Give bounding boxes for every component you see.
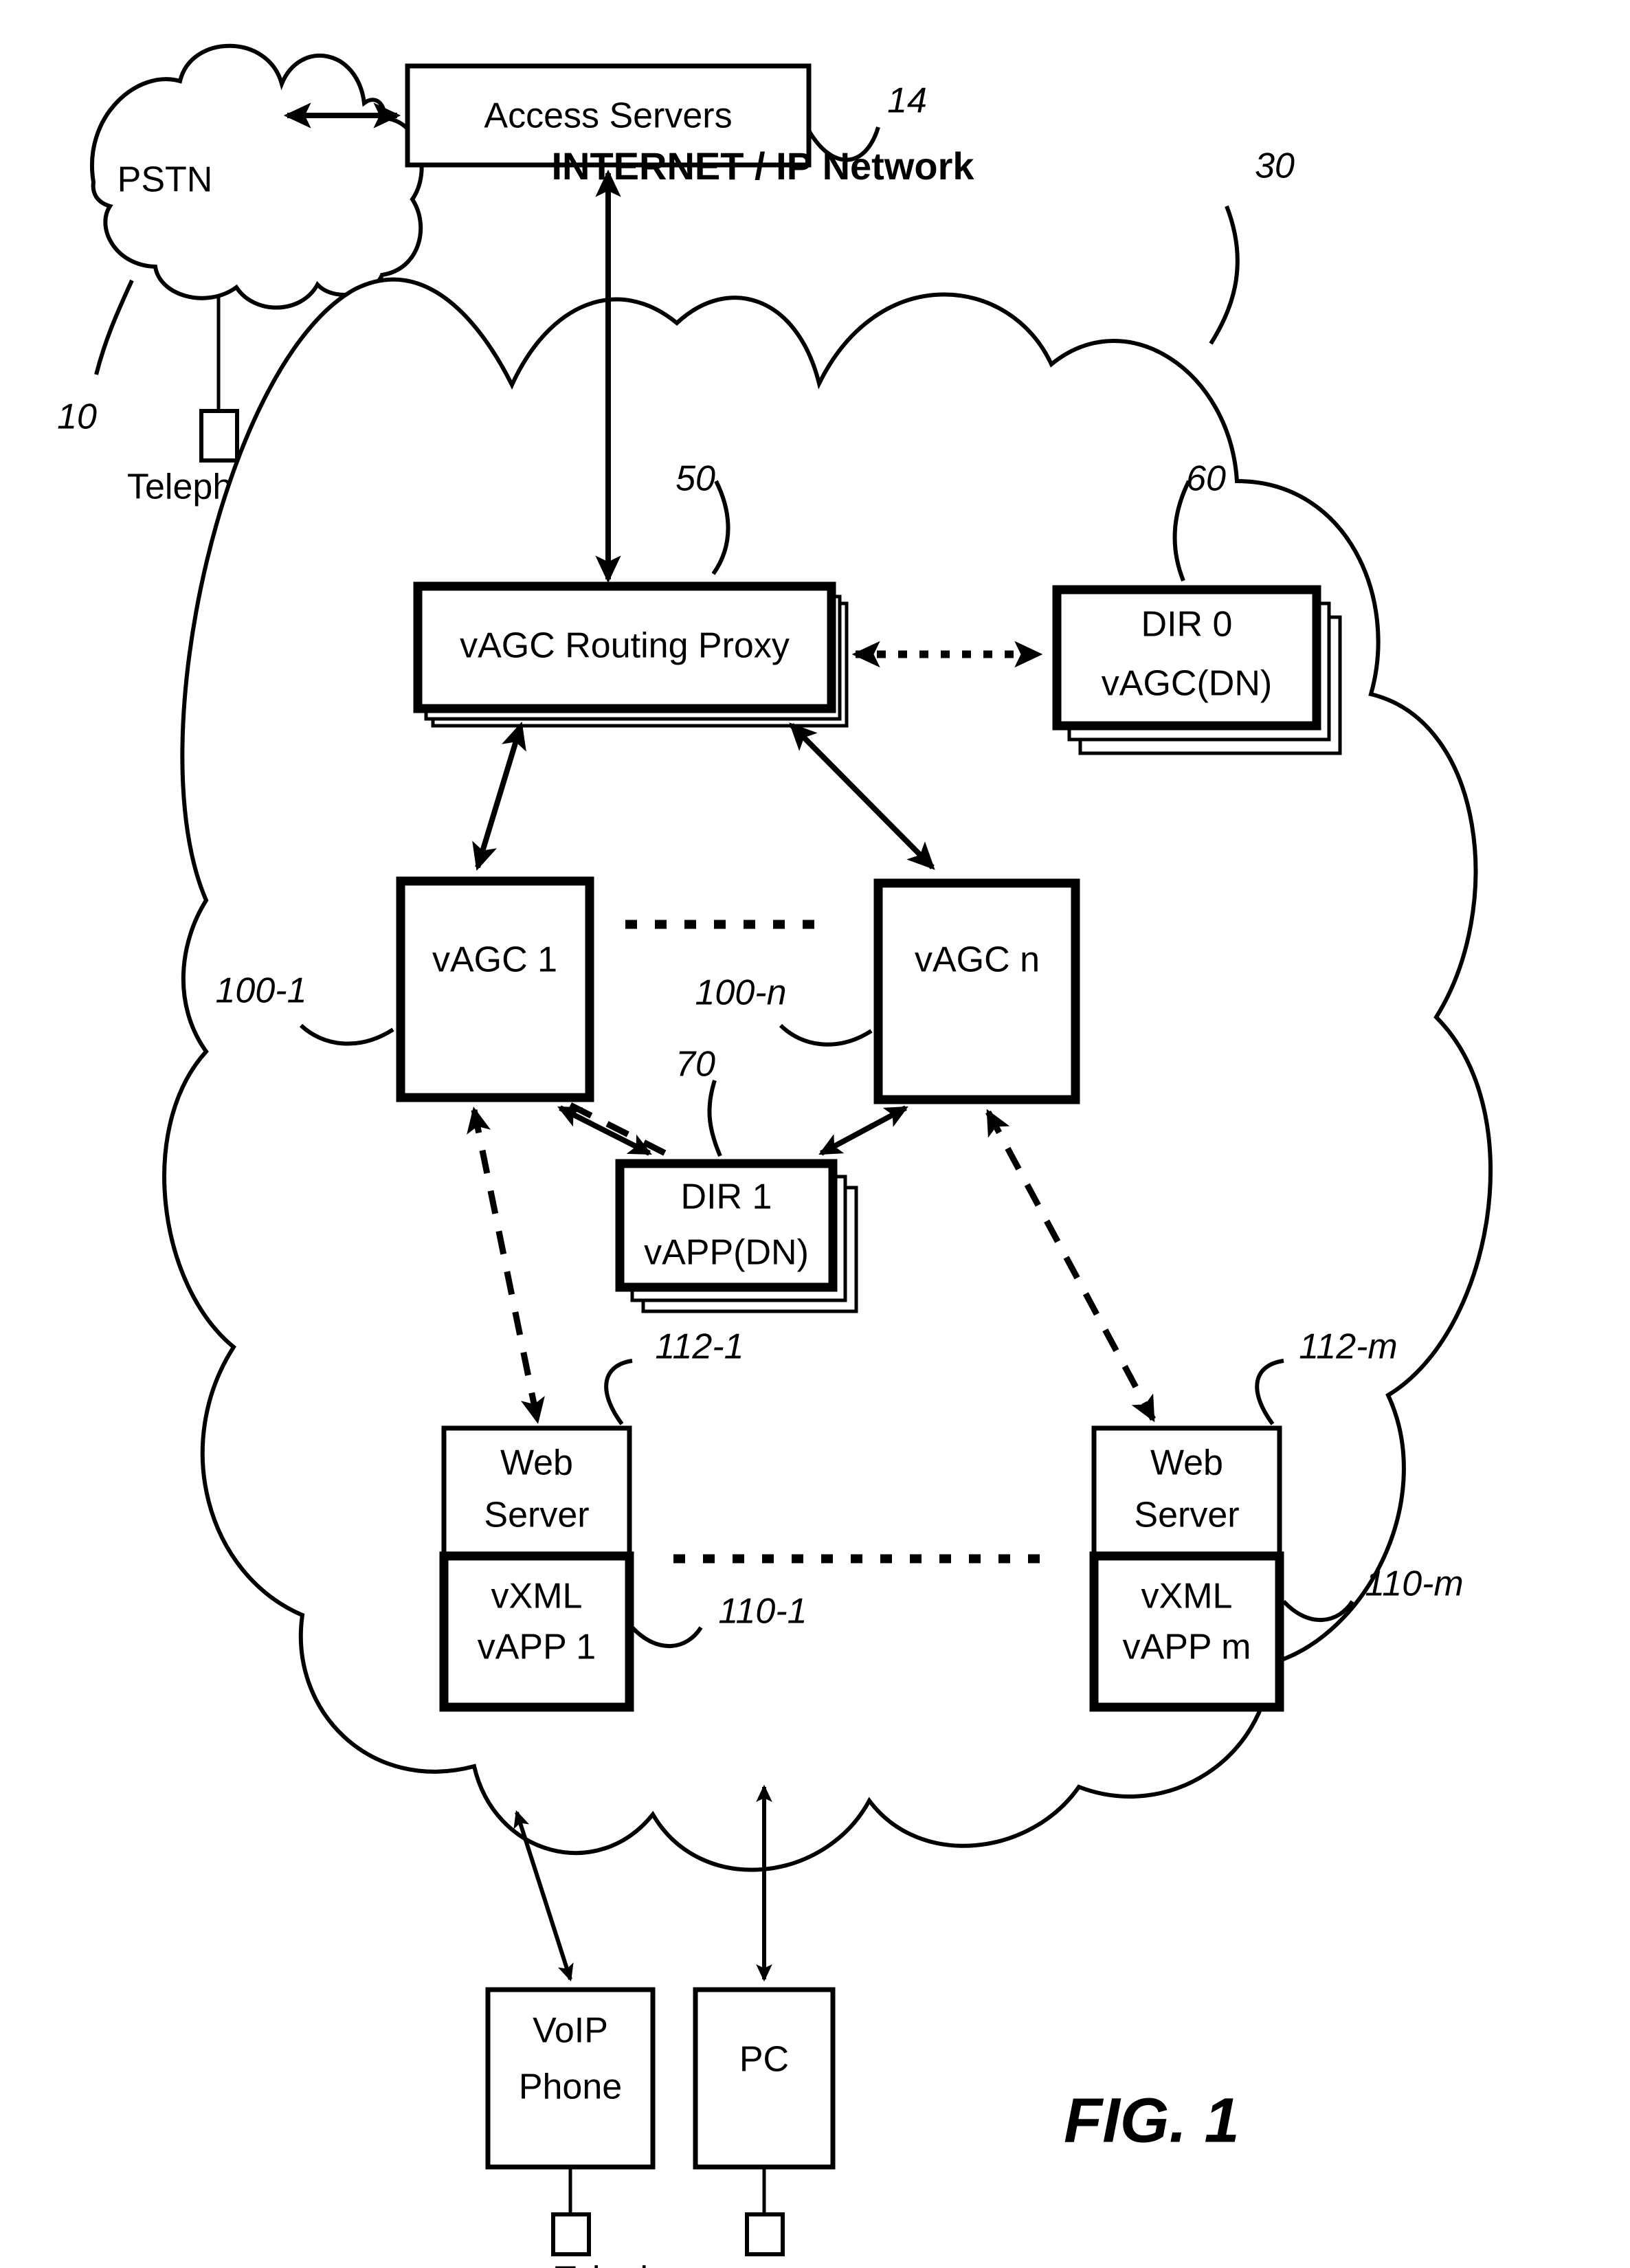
- ref-50: 50: [676, 459, 715, 499]
- ref-60: 60: [1186, 459, 1226, 499]
- vappm-label-line2: vAPP m: [1123, 1627, 1251, 1667]
- ref-110-m: 110-m: [1365, 1564, 1464, 1604]
- pstn-telephone-terminal-icon: [199, 409, 239, 463]
- vappm-label-line1: vXML: [1141, 1577, 1233, 1616]
- vapp1-label-line2: vAPP 1: [478, 1627, 596, 1667]
- dir1-box: DIR 1 vAPP(DN): [615, 1159, 858, 1313]
- patent-figure-1: PSTN 10 Telephones Access Servers 14 INT…: [0, 0, 1630, 2268]
- webserverm-label-line1: Web: [1150, 1443, 1223, 1483]
- ref-100-n: 100-n: [695, 973, 787, 1013]
- vappm-box: vXML vAPP m: [1089, 1551, 1284, 1712]
- webserverm-box: Web Server: [1091, 1425, 1282, 1559]
- figure-caption: FIG. 1: [1064, 2085, 1240, 2155]
- voip-telephone-terminal-icon: [551, 2212, 591, 2256]
- pstn-cloud: PSTN: [90, 43, 424, 310]
- dir1-label-line2: vAPP(DN): [644, 1233, 809, 1273]
- leader-pstn: [94, 279, 134, 375]
- vagc1-box: vAGC 1: [396, 876, 594, 1102]
- webserver1-label-line1: Web: [500, 1443, 573, 1483]
- ref-30: 30: [1255, 146, 1295, 186]
- webserver1-label-line2: Server: [484, 1496, 589, 1535]
- pstn-label: PSTN: [118, 160, 213, 200]
- dir0-label-line1: DIR 0: [1141, 605, 1233, 645]
- dir0-box: DIR 0 vAGC(DN): [1052, 585, 1342, 755]
- webserver1-box: Web Server: [441, 1425, 632, 1559]
- vagcn-label: vAGC n: [915, 940, 1040, 980]
- access-servers-label: Access Servers: [484, 96, 732, 136]
- ref-100-1: 100-1: [216, 971, 307, 1011]
- vagcn-box: vAGC n: [873, 878, 1080, 1104]
- webserverm-label-line2: Server: [1134, 1496, 1239, 1535]
- vagc-routing-proxy-box: vAGC Routing Proxy: [413, 581, 849, 728]
- voip-phone-box: VoIP Phone: [485, 1987, 656, 2170]
- dir0-label-line2: vAGC(DN): [1102, 664, 1272, 704]
- bottom-telephones-label: Telephones: [555, 2260, 737, 2268]
- vagc-routing-proxy-label: vAGC Routing Proxy: [460, 626, 790, 666]
- pc-telephone-terminal-icon: [745, 2212, 785, 2256]
- internet-cloud: [162, 277, 1493, 1872]
- ref-112-1: 112-1: [655, 1327, 744, 1367]
- pc-label: PC: [739, 2040, 789, 2080]
- voip-phone-label-line2: Phone: [519, 2067, 622, 2107]
- ref-14: 14: [887, 81, 927, 121]
- vagc1-label: vAGC 1: [432, 940, 557, 980]
- ref-10: 10: [57, 397, 97, 437]
- figure-canvas: PSTN 10 Telephones Access Servers 14 INT…: [57, 43, 1493, 2268]
- ref-110-1: 110-1: [718, 1592, 807, 1632]
- ref-112-m: 112-m: [1299, 1327, 1398, 1367]
- ref-70: 70: [676, 1045, 715, 1085]
- leader-internet-cloud: [1209, 205, 1240, 345]
- dir1-label-line1: DIR 1: [681, 1177, 772, 1217]
- voip-phone-label-line1: VoIP: [533, 2011, 608, 2051]
- internet-network-title: INTERNET / IP Network: [551, 144, 974, 188]
- vapp1-box: vXML vAPP 1: [439, 1551, 634, 1712]
- vapp1-label-line1: vXML: [491, 1577, 583, 1616]
- pc-box: PC: [693, 1987, 836, 2170]
